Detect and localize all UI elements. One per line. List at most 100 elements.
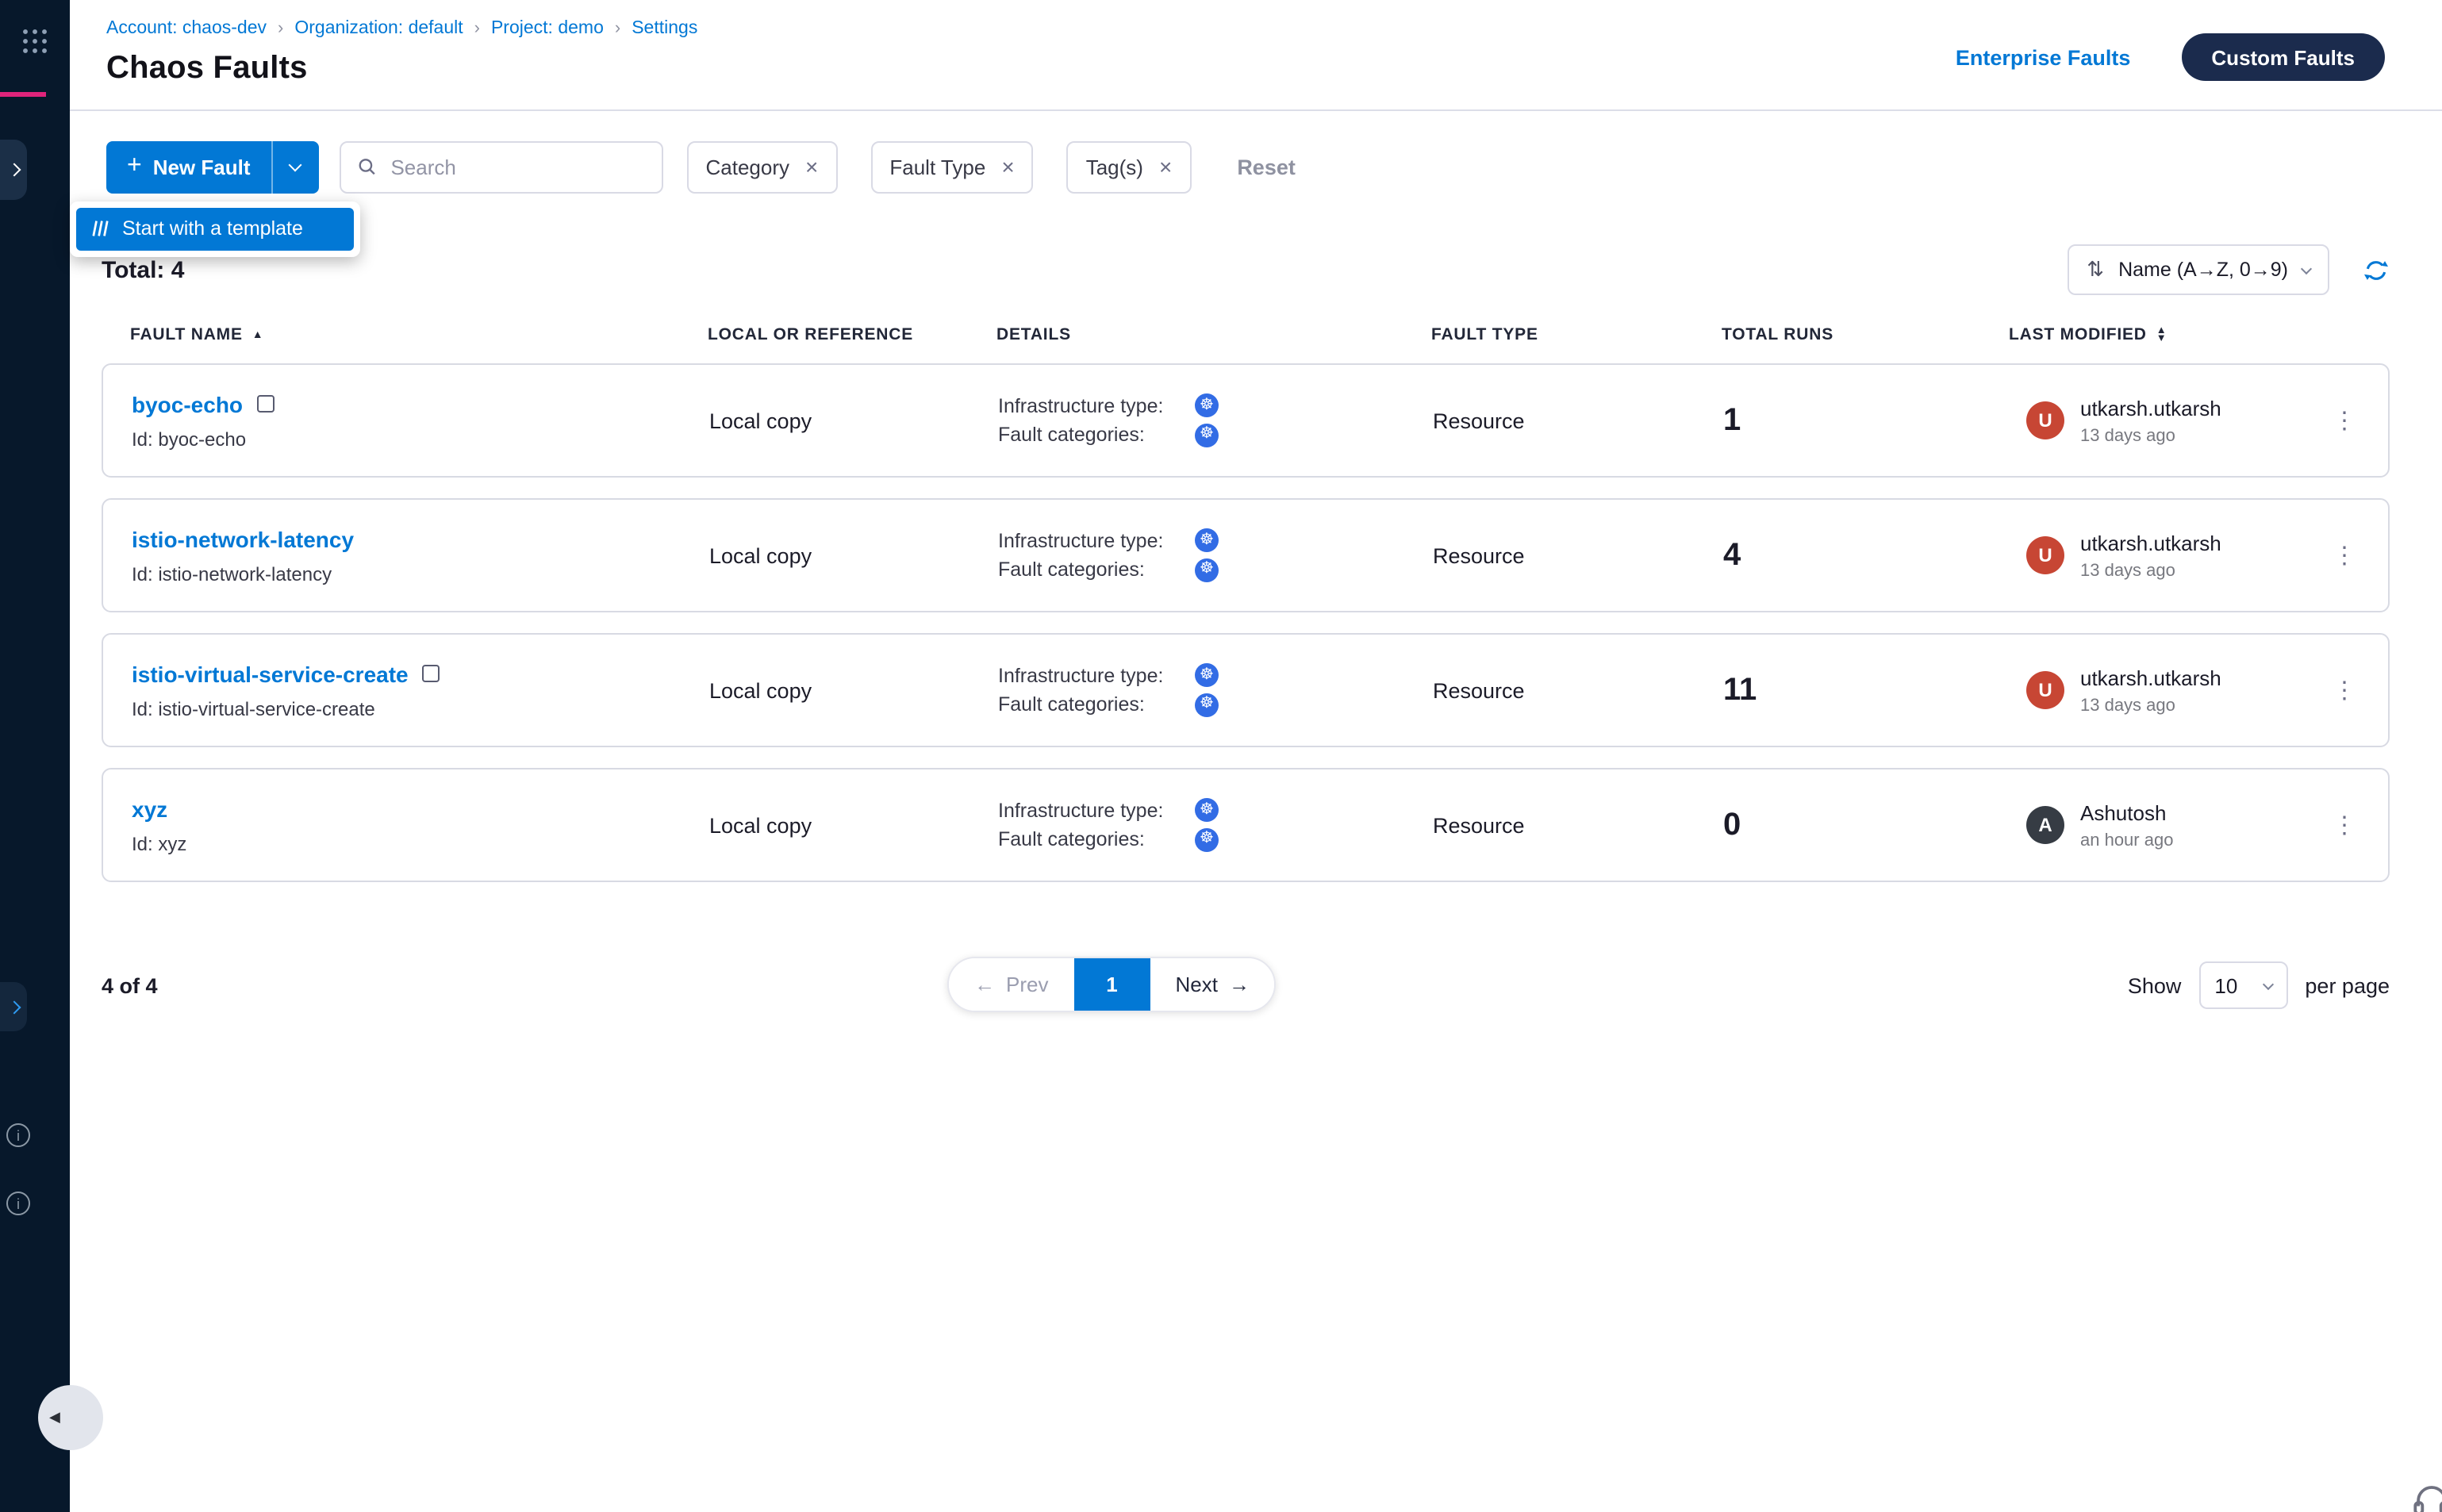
sort-direction-icon: ⇅	[2087, 257, 2104, 282]
app-root: i i ◀ Account: chaos-dev › Organization:…	[0, 0, 2442, 1512]
kubernetes-icon: ☸	[1195, 394, 1219, 418]
infrastructure-type-label: Infrastructure type:	[998, 530, 1195, 552]
row-menu-button[interactable]: ⋮	[2329, 538, 2359, 573]
sort-dropdown[interactable]: ⇅ Name (A→Z, 0→9)	[2068, 244, 2329, 295]
search-box	[340, 140, 663, 193]
fault-categories-label: Fault categories:	[998, 694, 1195, 716]
total-runs-value: 1	[1723, 402, 2010, 439]
total-runs-value: 4	[1723, 537, 2010, 574]
avatar: U	[2026, 536, 2064, 574]
next-page-button[interactable]: Next →	[1150, 958, 1274, 1011]
prev-page-button[interactable]: ← Prev	[949, 958, 1073, 1011]
row-menu-button[interactable]: ⋮	[2329, 403, 2359, 438]
chevron-down-icon	[2301, 263, 2312, 274]
refresh-icon	[2363, 256, 2390, 283]
modified-by-user: utkarsh.utkarsh	[2080, 531, 2221, 555]
fault-name-link[interactable]: istio-virtual-service-create	[132, 661, 409, 686]
remove-filter-icon[interactable]: ×	[1159, 155, 1172, 178]
fault-name-link[interactable]: istio-network-latency	[132, 526, 354, 551]
kubernetes-icon: ☸	[1195, 799, 1219, 823]
sidebar-collapse-handle[interactable]: ◀	[38, 1385, 103, 1450]
fault-name-link[interactable]: byoc-echo	[132, 391, 243, 416]
info-icon[interactable]: i	[6, 1123, 30, 1147]
table-row: byoc-echo Id: byoc-echo Local copy Infra…	[102, 363, 2390, 478]
module-grid-icon[interactable]	[21, 27, 49, 56]
fault-type-value: Resource	[1433, 678, 1723, 702]
breadcrumb-project-link[interactable]: Project: demo	[491, 19, 604, 38]
modified-time: 13 days ago	[2080, 561, 2221, 580]
breadcrumb-organization-link[interactable]: Organization: default	[294, 19, 463, 38]
fault-id: Id: istio-network-latency	[132, 562, 709, 585]
kubernetes-icon: ☸	[1195, 424, 1219, 447]
fault-id: Id: byoc-echo	[132, 428, 709, 450]
nav-accent-line	[0, 92, 46, 97]
new-fault-button[interactable]: + New Fault	[106, 140, 271, 193]
remove-filter-icon[interactable]: ×	[1001, 155, 1014, 178]
table-row: xyz Id: xyz Local copy Infrastructure ty…	[102, 768, 2390, 882]
filter-tags-label: Tag(s)	[1086, 155, 1143, 178]
breadcrumb-separator: ›	[278, 19, 283, 38]
help-icon[interactable]: i	[6, 1192, 30, 1215]
filter-category-label: Category	[706, 155, 790, 178]
table-row: istio-virtual-service-create Id: istio-v…	[102, 633, 2390, 747]
search-input[interactable]	[387, 153, 645, 180]
enterprise-faults-link[interactable]: Enterprise Faults	[1956, 45, 2131, 69]
kubernetes-icon: ☸	[1195, 693, 1219, 717]
start-with-template-item[interactable]: Start with a template	[76, 207, 354, 250]
infrastructure-type-label: Infrastructure type:	[998, 665, 1195, 687]
fault-categories-label: Fault categories:	[998, 559, 1195, 581]
fault-name-link[interactable]: xyz	[132, 796, 167, 821]
filter-category[interactable]: Category ×	[687, 140, 838, 193]
column-last-modified[interactable]: LAST MODIFIED ▲▼	[2009, 325, 2323, 344]
sort-asc-icon: ▲	[252, 329, 264, 340]
avatar: U	[2026, 671, 2064, 709]
kubernetes-icon: ☸	[1195, 828, 1219, 852]
filter-tags[interactable]: Tag(s) ×	[1067, 140, 1192, 193]
breadcrumb-settings-link[interactable]: Settings	[632, 19, 697, 38]
kubernetes-icon: ☸	[1195, 529, 1219, 553]
per-page-dropdown[interactable]: 10	[2198, 961, 2287, 1009]
kubernetes-icon: ☸	[1195, 558, 1219, 582]
fault-id: Id: xyz	[132, 832, 709, 854]
local-or-reference-value: Local copy	[709, 813, 998, 837]
infrastructure-type-label: Infrastructure type:	[998, 395, 1195, 417]
fault-type-value: Resource	[1433, 543, 1723, 567]
start-with-template-label: Start with a template	[122, 217, 303, 240]
fault-type-value: Resource	[1433, 813, 1723, 837]
toolbar: + New Fault S	[70, 111, 2442, 222]
nav-expand-chevron[interactable]	[0, 140, 27, 200]
local-or-reference-value: Local copy	[709, 409, 998, 432]
sort-label: Name (A→Z, 0→9)	[2118, 259, 2288, 281]
per-page-label: per page	[2305, 973, 2390, 997]
breadcrumb-account-link[interactable]: Account: chaos-dev	[106, 19, 267, 38]
modified-time: 13 days ago	[2080, 696, 2221, 715]
avatar: A	[2026, 806, 2064, 844]
remove-filter-icon[interactable]: ×	[805, 155, 818, 178]
modified-by-user: utkarsh.utkarsh	[2080, 666, 2221, 689]
column-total-runs: TOTAL RUNS	[1722, 325, 2009, 344]
filter-fault-type[interactable]: Fault Type ×	[870, 140, 1033, 193]
headset-support-icon[interactable]	[2410, 1480, 2442, 1512]
modified-by-user: Ashutosh	[2080, 800, 2173, 824]
total-count: Total: 4	[102, 256, 184, 283]
custom-faults-button[interactable]: Custom Faults	[2181, 33, 2385, 81]
column-fault-type: FAULT TYPE	[1431, 325, 1722, 344]
new-fault-split-button: + New Fault S	[106, 140, 319, 193]
reset-filters-link[interactable]: Reset	[1237, 155, 1296, 178]
chevron-right-icon	[7, 163, 21, 177]
arrow-right-icon: →	[1229, 973, 1250, 996]
breadcrumb: Account: chaos-dev › Organization: defau…	[106, 19, 697, 38]
refresh-button[interactable]	[2363, 256, 2390, 283]
row-menu-button[interactable]: ⋮	[2329, 673, 2359, 708]
new-fault-dropdown-toggle[interactable]	[271, 140, 319, 193]
fault-list: Total: 4 ⇅ Name (A→Z, 0→9)	[70, 244, 2442, 1014]
row-menu-button[interactable]: ⋮	[2329, 808, 2359, 842]
table-row: istio-network-latency Id: istio-network-…	[102, 498, 2390, 612]
sidebar-toggle-chevron[interactable]	[0, 982, 27, 1031]
column-fault-name[interactable]: FAULT NAME ▲	[130, 325, 708, 344]
custom-fault-badge-icon	[257, 395, 275, 413]
pagination: 4 of 4 ← Prev 1 Next → Show 10	[102, 957, 2390, 1014]
new-fault-menu: Start with a template	[70, 201, 360, 256]
breadcrumb-separator: ›	[615, 19, 620, 38]
page-1-button[interactable]: 1	[1073, 958, 1150, 1011]
